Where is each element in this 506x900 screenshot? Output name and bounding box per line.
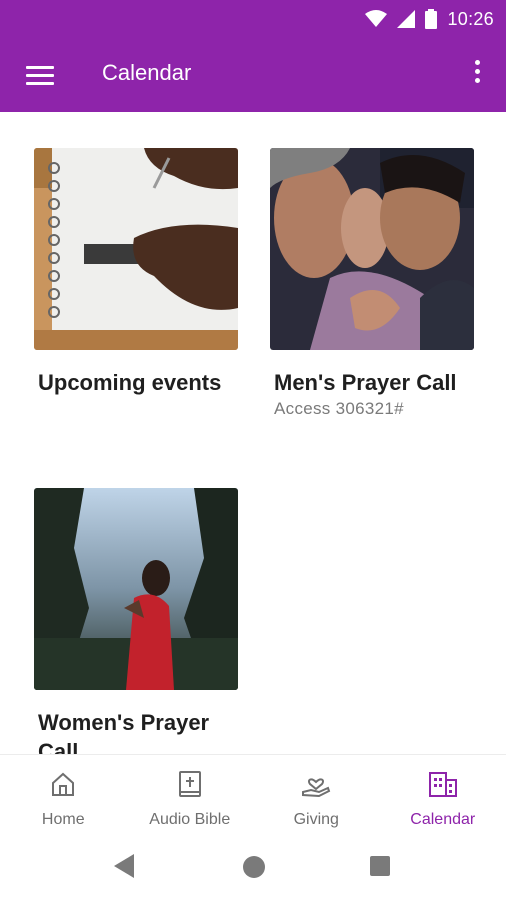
more-options-icon[interactable] <box>472 60 482 88</box>
clock: 10:26 <box>447 8 494 29</box>
recents-icon[interactable] <box>370 856 390 876</box>
bottom-nav: Home Audio Bible Giving Calendar <box>0 754 506 836</box>
card-mens-prayer-call[interactable]: Men's Prayer Call Access 306321# <box>270 148 474 419</box>
home-icon <box>52 772 75 796</box>
nav-label: Calendar <box>410 811 476 828</box>
card-upcoming-events[interactable]: Upcoming events <box>34 148 238 397</box>
app-bar: Calendar <box>0 38 506 112</box>
back-icon[interactable] <box>114 854 136 878</box>
home-button-icon[interactable] <box>243 856 265 878</box>
nav-calendar[interactable]: Calendar <box>380 755 506 836</box>
card-title: Upcoming events <box>38 370 222 395</box>
calendar-grid: Upcoming events Men's Prayer Call Access… <box>0 112 506 754</box>
nav-home[interactable]: Home <box>0 755 127 836</box>
status-bar: 10:26 <box>0 0 506 38</box>
card-title: Men's Prayer Call <box>274 370 457 395</box>
card-womens-prayer-call[interactable]: Women's Prayer Call <box>34 488 238 754</box>
giving-icon <box>302 778 331 798</box>
nav-label: Audio Bible <box>149 811 231 828</box>
bible-icon <box>178 771 201 797</box>
cell-signal-icon <box>397 10 416 28</box>
men-praying-image <box>270 148 474 350</box>
calendar-icon <box>428 772 457 797</box>
card-subtitle: Access 306321# <box>274 399 404 418</box>
menu-icon[interactable] <box>26 66 54 88</box>
battery-icon <box>425 9 438 29</box>
wifi-icon <box>365 10 388 27</box>
woman-praying-image <box>34 488 238 690</box>
nav-audio-bible[interactable]: Audio Bible <box>127 755 254 836</box>
nav-label: Giving <box>293 811 339 828</box>
nav-giving[interactable]: Giving <box>253 755 380 836</box>
notebook-writing-image <box>34 148 238 350</box>
page-title: Calendar <box>102 60 192 85</box>
card-title: Women's Prayer Call <box>38 710 210 754</box>
nav-label: Home <box>41 811 85 828</box>
system-nav-bar <box>0 836 506 900</box>
